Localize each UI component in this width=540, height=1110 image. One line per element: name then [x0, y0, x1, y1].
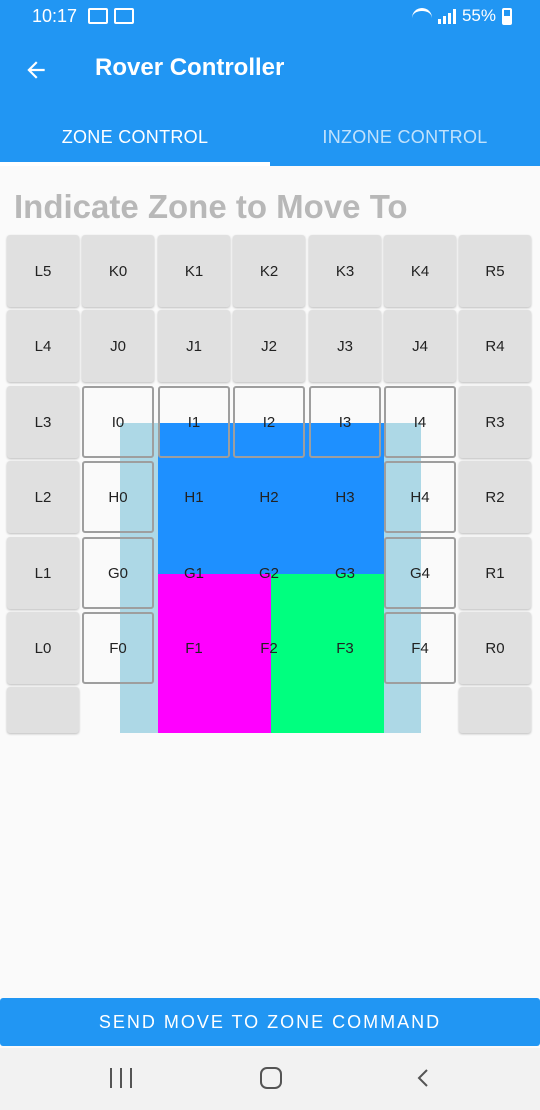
- zone-cell-k3[interactable]: K3: [309, 235, 381, 307]
- zone-cell-h1[interactable]: H1: [158, 461, 230, 533]
- zone-cell-h3[interactable]: H3: [309, 461, 381, 533]
- zone-cell-g0[interactable]: G0: [82, 537, 154, 609]
- zone-cell-l0[interactable]: L0: [7, 612, 79, 684]
- zone-cell-k1[interactable]: K1: [158, 235, 230, 307]
- zone-cell-f3[interactable]: F3: [309, 612, 381, 684]
- zone-cell-blank[interactable]: [384, 687, 456, 733]
- grid-heading: Indicate Zone to Move To: [14, 188, 408, 225]
- zone-cell-blank[interactable]: [233, 687, 305, 733]
- status-time: 10:17: [32, 6, 78, 26]
- battery-percent: 55%: [461, 6, 496, 25]
- zone-cell-f1[interactable]: F1: [158, 612, 230, 684]
- tab-indicator: [0, 162, 270, 166]
- battery-icon: [502, 7, 512, 25]
- zone-cell-l3[interactable]: L3: [7, 386, 79, 458]
- app-bar: Rover Controller: [0, 32, 540, 108]
- home-icon[interactable]: [260, 1067, 282, 1089]
- zone-cell-j2[interactable]: J2: [233, 310, 305, 382]
- zone-cell-j1[interactable]: J1: [158, 310, 230, 382]
- zone-cell-blank[interactable]: [309, 687, 381, 733]
- zone-cell-l5[interactable]: L5: [7, 235, 79, 307]
- arrow-left-icon: [27, 61, 45, 79]
- zone-cell-r5[interactable]: R5: [459, 235, 531, 307]
- zone-cell-f2[interactable]: F2: [233, 612, 305, 684]
- tab-inzone-control[interactable]: INZONE CONTROL: [270, 108, 540, 166]
- zone-cell-blank[interactable]: [82, 687, 154, 733]
- zone-cell-g1[interactable]: G1: [158, 537, 230, 609]
- zone-cell-h2[interactable]: H2: [233, 461, 305, 533]
- zone-cell-f0[interactable]: F0: [82, 612, 154, 684]
- zone-cell-l1[interactable]: L1: [7, 537, 79, 609]
- recents-icon[interactable]: [110, 1068, 132, 1088]
- zone-cell-l2[interactable]: L2: [7, 461, 79, 533]
- zone-cell-r0[interactable]: R0: [459, 612, 531, 684]
- zone-cell-blank[interactable]: [459, 687, 531, 733]
- zone-cell-blank[interactable]: [158, 687, 230, 733]
- zone-cell-g4[interactable]: G4: [384, 537, 456, 609]
- zone-cell-j3[interactable]: J3: [309, 310, 381, 382]
- zone-cell-i4[interactable]: I4: [384, 386, 456, 458]
- zone-cell-g2[interactable]: G2: [233, 537, 305, 609]
- zone-cell-f4[interactable]: F4: [384, 612, 456, 684]
- tab-bar: ZONE CONTROL INZONE CONTROL: [0, 108, 540, 166]
- zone-cell-r3[interactable]: R3: [459, 386, 531, 458]
- zone-cell-k4[interactable]: K4: [384, 235, 456, 307]
- zone-cell-h4[interactable]: H4: [384, 461, 456, 533]
- zone-cell-l4[interactable]: L4: [7, 310, 79, 382]
- zone-cell-i0[interactable]: I0: [82, 386, 154, 458]
- wifi-icon: [411, 8, 432, 24]
- zone-cell-j4[interactable]: J4: [384, 310, 456, 382]
- signal-icon: [437, 8, 456, 24]
- zone-cell-i2[interactable]: I2: [233, 386, 305, 458]
- zone-cell-r4[interactable]: R4: [459, 310, 531, 382]
- back-icon[interactable]: [414, 1068, 434, 1088]
- tab-zone-control[interactable]: ZONE CONTROL: [0, 108, 270, 166]
- zone-cell-k0[interactable]: K0: [82, 235, 154, 307]
- zone-cell-r1[interactable]: R1: [459, 537, 531, 609]
- zone-cell-j0[interactable]: J0: [82, 310, 154, 382]
- notification-icon: [114, 8, 134, 24]
- zone-cell-h0[interactable]: H0: [82, 461, 154, 533]
- zone-cell-r2[interactable]: R2: [459, 461, 531, 533]
- zone-cell-i1[interactable]: I1: [158, 386, 230, 458]
- nav-bar: [0, 1048, 540, 1110]
- zone-cell-g3[interactable]: G3: [309, 537, 381, 609]
- zone-grid: L5 K0 K1 K2 K3 K4 R5 L4 J0 J1 J2 J3 J4 R4 L3 I0 I1 I2 I3 I4…: [7, 235, 535, 734]
- zone-cell-k2[interactable]: K2: [233, 235, 305, 307]
- notification-icon: [88, 8, 108, 24]
- send-move-button[interactable]: SEND MOVE TO ZONE COMMAND: [0, 998, 540, 1046]
- back-button[interactable]: [18, 52, 54, 88]
- page-title: Rover Controller: [95, 54, 285, 81]
- zone-cell-blank[interactable]: [7, 687, 79, 733]
- zone-cell-i3[interactable]: I3: [309, 386, 381, 458]
- status-bar: 10:17 55%: [0, 0, 540, 32]
